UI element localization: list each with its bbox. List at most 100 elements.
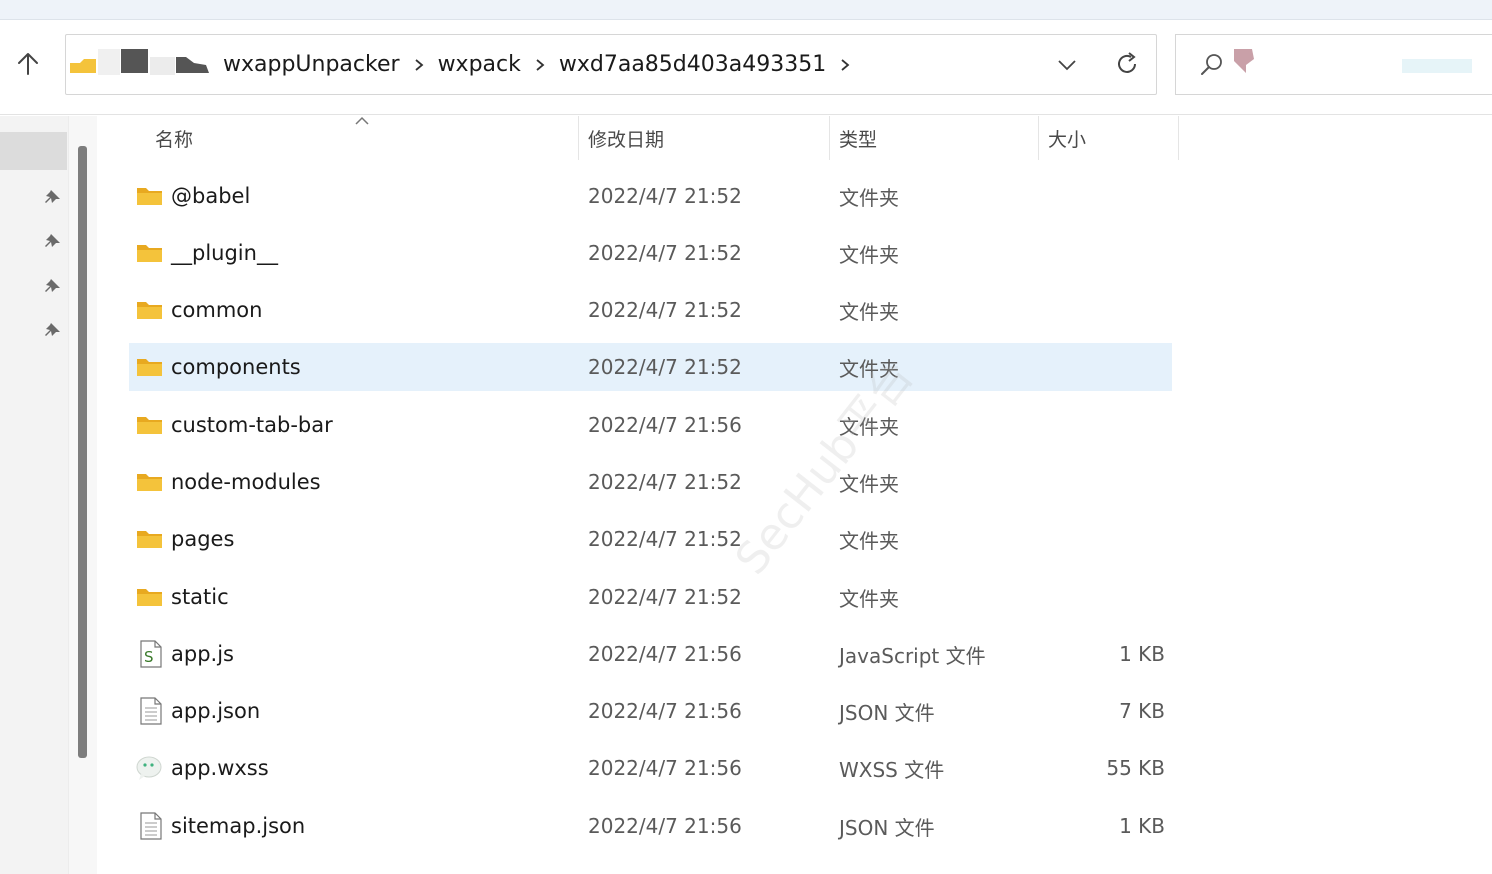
folder-icon: [135, 411, 165, 439]
pin-icon[interactable]: [42, 275, 64, 297]
file-row[interactable]: @babel 2022/4/7 21:52 文件夹: [129, 172, 1172, 220]
pin-icon[interactable]: [42, 319, 64, 341]
folder-icon: [135, 182, 165, 210]
file-row[interactable]: Sapp.js 2022/4/7 21:56 JavaScript 文件 1 KB: [129, 630, 1172, 678]
chevron-right-icon[interactable]: [521, 50, 559, 80]
file-row[interactable]: sitemap.json 2022/4/7 21:56 JSON 文件 1 KB: [129, 802, 1172, 850]
column-header-modified[interactable]: 修改日期: [588, 116, 664, 160]
file-row[interactable]: components 2022/4/7 21:52 文件夹: [129, 343, 1172, 391]
file-modified-date: 2022/4/7 21:56: [588, 699, 742, 723]
file-modified-date: 2022/4/7 21:52: [588, 527, 742, 551]
file-name: app.json: [171, 699, 261, 723]
file-type: 文件夹: [839, 414, 899, 439]
file-modified-date: 2022/4/7 21:52: [588, 585, 742, 609]
file-row[interactable]: app.json 2022/4/7 21:56 JSON 文件 7 KB: [129, 687, 1172, 735]
file-name: __plugin__: [171, 241, 278, 265]
address-history-dropdown[interactable]: [1051, 49, 1083, 81]
file-modified-date: 2022/4/7 21:52: [588, 184, 742, 208]
chevron-right-icon[interactable]: [400, 50, 438, 80]
folder-icon: [135, 525, 165, 553]
file-modified-date: 2022/4/7 21:56: [588, 413, 742, 437]
file-name: sitemap.json: [171, 814, 306, 838]
column-header-label: 类型: [839, 128, 878, 151]
file-size: 1 KB: [1119, 642, 1165, 666]
file-list: 名称 修改日期 类型 大小 @babel 2022/4/7 21:52 文件夹 __p…: [97, 116, 1492, 874]
pin-icon[interactable]: [42, 186, 64, 208]
file-type: JSON 文件: [839, 700, 935, 725]
file-row[interactable]: pages 2022/4/7 21:52 文件夹: [129, 515, 1172, 563]
file-modified-date: 2022/4/7 21:56: [588, 814, 742, 838]
file-row[interactable]: static 2022/4/7 21:52 文件夹: [129, 573, 1172, 621]
chevron-right-icon[interactable]: [826, 50, 864, 80]
file-type: 文件夹: [839, 185, 899, 210]
file-name: @babel: [171, 184, 251, 208]
column-divider[interactable]: [578, 116, 579, 160]
folder-icon: [135, 583, 165, 611]
column-divider[interactable]: [1178, 116, 1179, 160]
nav-scrollbar-thumb[interactable]: [78, 146, 87, 758]
file-name: common: [171, 298, 263, 322]
wechat-file-icon: [135, 754, 165, 782]
file-name: app.wxss: [171, 756, 269, 780]
file-row[interactable]: node-modules 2022/4/7 21:52 文件夹: [129, 458, 1172, 506]
redacted-block: [98, 49, 120, 75]
file-type: JavaScript 文件: [839, 643, 986, 668]
redacted-block: [176, 57, 209, 73]
javascript-file-icon: S: [135, 640, 165, 668]
breadcrumb-item[interactable]: wxpack: [438, 52, 521, 77]
file-type: 文件夹: [839, 528, 899, 553]
folder-icon: [70, 59, 96, 73]
column-header-size[interactable]: 大小: [1048, 116, 1086, 160]
address-bar[interactable]: wxappUnpacker wxpack wxd7aa85d403a493351: [65, 34, 1157, 95]
column-divider[interactable]: [829, 116, 830, 160]
pin-icon[interactable]: [42, 230, 64, 252]
file-type: 文件夹: [839, 356, 899, 381]
search-input[interactable]: [1175, 34, 1492, 95]
file-name: app.js: [171, 642, 234, 666]
file-name: pages: [171, 527, 235, 551]
file-size: 55 KB: [1106, 756, 1165, 780]
file-name: custom-tab-bar: [171, 413, 333, 437]
file-name: node-modules: [171, 470, 321, 494]
text-file-icon: [135, 697, 165, 725]
file-modified-date: 2022/4/7 21:52: [588, 470, 742, 494]
up-button[interactable]: [12, 48, 44, 80]
column-header-label: 修改日期: [588, 128, 665, 151]
file-type: 文件夹: [839, 299, 899, 324]
file-type: 文件夹: [839, 471, 899, 496]
file-modified-date: 2022/4/7 21:56: [588, 642, 742, 666]
column-header-name[interactable]: 名称: [155, 116, 193, 160]
file-size: 7 KB: [1119, 699, 1165, 723]
arrow-up-icon: [18, 53, 38, 75]
file-type: 文件夹: [839, 586, 899, 611]
breadcrumb-item[interactable]: wxappUnpacker: [223, 52, 400, 77]
column-divider[interactable]: [1038, 116, 1039, 160]
text-file-icon: [135, 812, 165, 840]
file-modified-date: 2022/4/7 21:52: [588, 241, 742, 265]
redacted-block: [1234, 49, 1472, 73]
file-name: static: [171, 585, 229, 609]
chevron-down-icon: [1058, 60, 1076, 71]
file-type: JSON 文件: [839, 815, 935, 840]
refresh-button[interactable]: [1110, 47, 1144, 81]
file-modified-date: 2022/4/7 21:52: [588, 355, 742, 379]
redacted-block: [121, 49, 148, 73]
file-row[interactable]: custom-tab-bar 2022/4/7 21:56 文件夹: [129, 401, 1172, 449]
column-header-label: 大小: [1048, 128, 1087, 151]
file-row[interactable]: app.wxss 2022/4/7 21:56 WXSS 文件 55 KB: [129, 744, 1172, 792]
file-modified-date: 2022/4/7 21:56: [588, 756, 742, 780]
file-type: 文件夹: [839, 242, 899, 267]
refresh-icon: [1118, 52, 1136, 73]
breadcrumb-item[interactable]: wxd7aa85d403a493351: [559, 52, 826, 77]
file-row[interactable]: common 2022/4/7 21:52 文件夹: [129, 286, 1172, 334]
folder-icon: [135, 239, 165, 267]
breadcrumb: wxappUnpacker wxpack wxd7aa85d403a493351: [223, 35, 864, 94]
file-row[interactable]: __plugin__ 2022/4/7 21:52 文件夹: [129, 229, 1172, 277]
folder-icon: [135, 353, 165, 381]
column-header-type[interactable]: 类型: [839, 116, 877, 160]
svg-text:S: S: [144, 648, 154, 666]
nav-item-selected[interactable]: [0, 132, 67, 170]
file-modified-date: 2022/4/7 21:52: [588, 298, 742, 322]
file-size: 1 KB: [1119, 814, 1165, 838]
window-top-strip: [0, 0, 1492, 20]
